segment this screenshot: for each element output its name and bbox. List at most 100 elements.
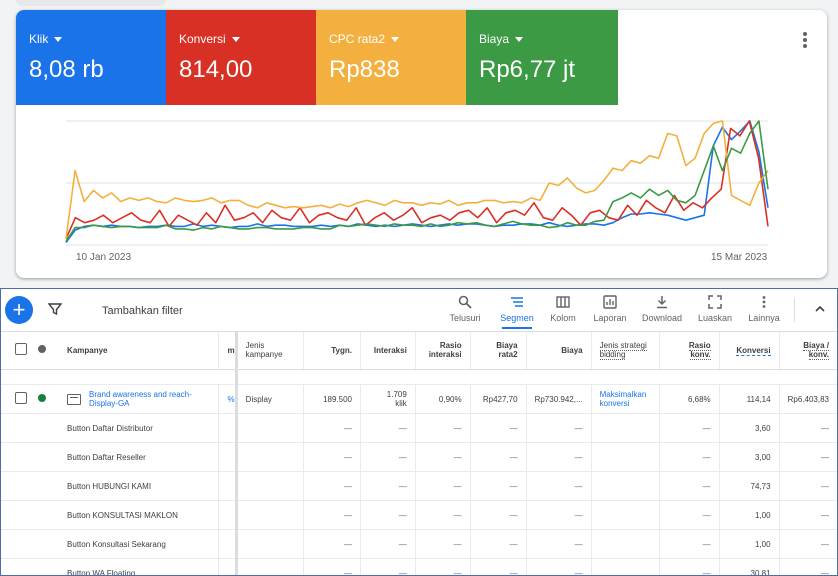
row-checkbox[interactable]	[15, 392, 27, 404]
campaign-header[interactable]: Kampanye	[59, 331, 219, 370]
conversion-action-name: Button KONSULTASI MAKLON	[59, 500, 219, 530]
search-icon	[458, 295, 472, 309]
empty-cell: —	[526, 500, 592, 530]
toolbar-divider	[794, 298, 795, 322]
tool-label: Laporan	[593, 313, 627, 323]
metric-label: Biaya	[479, 32, 510, 46]
empty-cell: —	[415, 413, 471, 443]
caret-down-icon	[54, 37, 63, 43]
type-header[interactable]: Jenis kampanye	[236, 331, 304, 370]
active-tab-underline	[502, 327, 532, 329]
select-all-checkbox[interactable]	[15, 343, 27, 355]
impressions-header[interactable]: Tygn.	[303, 331, 361, 370]
empty-cell: —	[303, 442, 361, 472]
expand-icon	[708, 295, 722, 309]
conversion-action-row: Button Daftar Reseller — — — — — —3,00—	[1, 442, 837, 472]
table-toolbar: + Tambahkan filter Telusuri Segmen Kolom…	[1, 289, 837, 332]
empty-cell: —	[415, 471, 471, 501]
empty-cell: —	[779, 500, 837, 530]
caret-down-icon	[391, 37, 400, 43]
cell-conversions: 1,00	[719, 500, 780, 530]
campaign-name-link[interactable]: Brand awareness and reach-Display-GA	[89, 390, 199, 408]
cell-conversions: 1,00	[719, 529, 780, 559]
cost-per-conv-header[interactable]: Biaya / konv.	[779, 331, 837, 370]
more-options-icon[interactable]	[803, 32, 807, 50]
empty-cell: —	[360, 471, 416, 501]
empty-cell: —	[470, 413, 527, 443]
conversion-action-row: Button HUBUNGI KAMI — — — — — —74,73—	[1, 471, 837, 501]
empty-cell: —	[470, 442, 527, 472]
tool-label: Download	[641, 313, 683, 323]
status-header	[38, 331, 60, 370]
performance-chart-card: Klik 8,08 rb Konversi 814,00 CPC rata2 R…	[16, 10, 827, 278]
empty-cell: —	[415, 442, 471, 472]
campaign-table: Kampanye m Jenis kampanye Tygn. Interaks…	[1, 331, 837, 575]
more-vert-icon	[762, 296, 766, 308]
cell-avg-cost: Rp427,70	[470, 384, 527, 414]
more-button[interactable]: Lainnya	[737, 295, 791, 323]
empty-cell: —	[659, 558, 720, 575]
cell-conversions: 3,60	[719, 413, 780, 443]
empty-cell: —	[779, 413, 837, 443]
empty-cell: —	[360, 558, 416, 575]
metric-label: Klik	[29, 32, 49, 46]
metric-tile-clicks[interactable]: Klik 8,08 rb	[16, 10, 166, 105]
metric-value: 8,08 rb	[29, 56, 104, 83]
bid-strategy-header[interactable]: Jenis strategi bidding	[591, 331, 660, 370]
cell-cost-per-conv: Rp6.403,83	[779, 384, 837, 414]
download-icon	[657, 296, 667, 309]
spacer-row	[1, 369, 837, 385]
expand-button[interactable]: Luaskan	[688, 295, 742, 323]
empty-cell: —	[779, 471, 837, 501]
cost-header[interactable]: Biaya	[526, 331, 592, 370]
conversion-action-name: Button Daftar Distributor	[59, 413, 219, 443]
download-button[interactable]: Download	[635, 295, 689, 323]
segment-icon	[511, 297, 523, 307]
cell-type: Display	[236, 384, 304, 414]
cell-bid-strategy[interactable]: Maksimalkan konversi	[591, 384, 660, 414]
search-button[interactable]: Telusuri	[438, 295, 492, 323]
tool-label: Luaskan	[697, 313, 733, 323]
add-button[interactable]: +	[5, 296, 33, 324]
empty-cell: —	[526, 558, 592, 575]
chevron-up-icon[interactable]	[814, 303, 826, 315]
metric-tile-cost[interactable]: Biaya Rp6,77 jt	[466, 10, 618, 105]
campaign-row[interactable]: Brand awareness and reach-Display-GA % D…	[1, 384, 837, 414]
conv-rate-header[interactable]: Rasio konv.	[659, 331, 720, 370]
empty-cell: —	[415, 500, 471, 530]
empty-cell: —	[360, 413, 416, 443]
report-icon	[603, 295, 617, 309]
conversion-action-row: Button WA Floating — — — — — —30,81—	[1, 558, 837, 575]
select-all-header[interactable]	[1, 331, 39, 370]
empty-cell: —	[659, 471, 720, 501]
x-tick-start: 10 Jan 2023	[76, 252, 132, 263]
columns-button[interactable]: Kolom	[536, 295, 590, 323]
empty-cell: —	[526, 413, 592, 443]
metric-label: CPC rata2	[329, 32, 386, 46]
metric-tile-avg-cpc[interactable]: CPC rata2 Rp838	[316, 10, 466, 105]
empty-cell: —	[415, 529, 471, 559]
conversion-action-name: Button WA Floating	[59, 558, 219, 575]
interactions-header[interactable]: Interaksi	[360, 331, 416, 370]
empty-cell: —	[415, 558, 471, 575]
empty-cell: —	[779, 558, 837, 575]
empty-cell: —	[526, 471, 592, 501]
empty-cell: —	[659, 442, 720, 472]
report-button[interactable]: Laporan	[583, 295, 637, 323]
metric-tile-conversions[interactable]: Konversi 814,00	[166, 10, 316, 105]
cell-conv-rate: 6,68%	[659, 384, 720, 414]
conversions-header[interactable]: Konversi	[719, 331, 780, 370]
interaction-rate-header[interactable]: Rasio interaksi	[415, 331, 471, 370]
avg-cost-header[interactable]: Biaya rata2	[470, 331, 527, 370]
empty-cell: —	[303, 529, 361, 559]
cell-conversions: 74,73	[719, 471, 780, 501]
add-filter-link[interactable]: Tambahkan filter	[102, 305, 183, 317]
empty-cell: —	[303, 558, 361, 575]
filter-icon[interactable]	[48, 302, 62, 316]
display-campaign-icon	[67, 393, 82, 405]
empty-cell: —	[526, 442, 592, 472]
empty-cell: —	[779, 529, 837, 559]
cell-interaction-rate: 0,90%	[415, 384, 471, 414]
empty-cell: —	[303, 471, 361, 501]
tool-label: Segmen	[500, 313, 534, 323]
